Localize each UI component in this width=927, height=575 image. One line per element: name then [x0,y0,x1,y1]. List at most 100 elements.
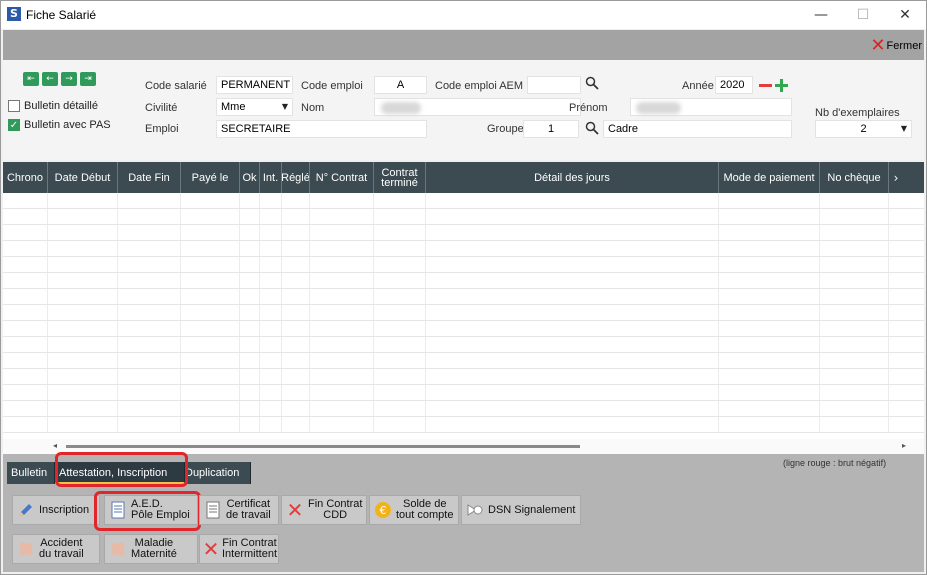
table-cell[interactable] [240,417,260,432]
table-row[interactable] [3,353,924,369]
table-cell[interactable] [719,209,820,224]
table-cell[interactable] [282,241,310,256]
table-cell[interactable] [118,273,181,288]
table-cell[interactable] [282,385,310,400]
table-cell[interactable] [426,273,719,288]
search-groupe-icon[interactable] [585,121,599,135]
fin-contrat-cdd-button[interactable]: ✕ Fin Contrat CDD [281,495,367,525]
column-header-paye-le[interactable]: Payé le [181,162,240,193]
table-cell[interactable] [282,193,310,208]
table-row[interactable] [3,289,924,305]
table-cell[interactable] [48,401,118,416]
table-cell[interactable] [282,273,310,288]
table-cell[interactable] [374,385,426,400]
table-cell[interactable] [719,289,820,304]
table-cell[interactable] [374,241,426,256]
fermer-button[interactable]: ✕ Fermer [870,36,922,56]
table-cell[interactable] [48,193,118,208]
table-cell[interactable] [719,369,820,384]
table-cell[interactable] [310,257,374,272]
table-cell[interactable] [282,353,310,368]
column-header-date-debut[interactable]: Date Début [48,162,118,193]
table-cell[interactable] [282,257,310,272]
table-cell[interactable] [240,353,260,368]
column-header-int[interactable]: Int. [260,162,282,193]
table-cell[interactable] [719,337,820,352]
table-cell[interactable] [282,225,310,240]
table-cell[interactable] [240,273,260,288]
table-cell[interactable] [260,369,282,384]
column-header-detail-jours[interactable]: Détail des jours [426,162,719,193]
scrollbar-thumb[interactable] [66,445,580,448]
table-cell[interactable] [310,369,374,384]
table-cell[interactable] [118,305,181,320]
maximize-button[interactable]: ☐ [845,1,881,29]
table-row[interactable] [3,385,924,401]
table-cell[interactable] [820,289,889,304]
table-cell[interactable] [48,273,118,288]
table-cell[interactable] [310,321,374,336]
table-cell[interactable] [260,337,282,352]
table-cell[interactable] [310,209,374,224]
table-cell[interactable] [260,321,282,336]
prev-record-button[interactable]: ← [42,72,58,86]
table-cell[interactable] [3,273,48,288]
table-cell[interactable] [310,337,374,352]
table-row[interactable] [3,321,924,337]
next-record-button[interactable]: → [61,72,77,86]
table-cell[interactable] [260,353,282,368]
table-cell[interactable] [240,305,260,320]
table-cell[interactable] [310,401,374,416]
table-cell[interactable] [374,369,426,384]
certificat-travail-button[interactable]: Certificat de travail [199,495,279,525]
table-cell[interactable] [118,321,181,336]
table-cell[interactable] [3,193,48,208]
annee-field[interactable]: 2020 [715,76,753,94]
column-header-chrono[interactable]: Chrono [3,162,48,193]
table-cell[interactable] [240,337,260,352]
column-header-regle[interactable]: Réglé [282,162,310,193]
tab-duplication[interactable]: Duplication [185,462,251,484]
table-cell[interactable] [3,417,48,432]
table-cell[interactable] [260,273,282,288]
table-cell[interactable] [374,321,426,336]
table-cell[interactable] [260,385,282,400]
bulletin-detaille-option[interactable]: Bulletin détaillé [8,100,98,112]
table-cell[interactable] [719,273,820,288]
code-emploi-field[interactable]: A [374,76,427,94]
table-cell[interactable] [3,225,48,240]
accident-travail-button[interactable]: Accident du travail [12,534,100,564]
table-cell[interactable] [260,257,282,272]
table-cell[interactable] [426,369,719,384]
maladie-maternite-button[interactable]: Maladie Maternité [104,534,198,564]
close-window-button[interactable]: ✕ [887,1,923,29]
table-cell[interactable] [118,257,181,272]
table-cell[interactable] [48,241,118,256]
table-cell[interactable] [48,257,118,272]
table-cell[interactable] [310,193,374,208]
table-cell[interactable] [426,401,719,416]
table-cell[interactable] [820,241,889,256]
column-header-contrat-termine[interactable]: Contrat terminé [374,162,426,193]
table-cell[interactable] [181,225,240,240]
table-cell[interactable] [118,385,181,400]
table-row[interactable] [3,225,924,241]
table-cell[interactable] [820,193,889,208]
table-row[interactable] [3,193,924,209]
table-cell[interactable] [260,209,282,224]
table-cell[interactable] [426,353,719,368]
table-cell[interactable] [118,353,181,368]
table-cell[interactable] [48,305,118,320]
table-cell[interactable] [48,225,118,240]
table-cell[interactable] [282,401,310,416]
table-cell[interactable] [820,225,889,240]
table-cell[interactable] [3,241,48,256]
table-cell[interactable] [240,193,260,208]
table-cell[interactable] [48,321,118,336]
table-cell[interactable] [426,289,719,304]
table-cell[interactable] [240,369,260,384]
search-emploi-aem-icon[interactable] [585,76,599,90]
table-cell[interactable] [48,417,118,432]
code-emploi-aem-field[interactable] [527,76,581,94]
solde-tout-compte-button[interactable]: € Solde de tout compte [369,495,459,525]
